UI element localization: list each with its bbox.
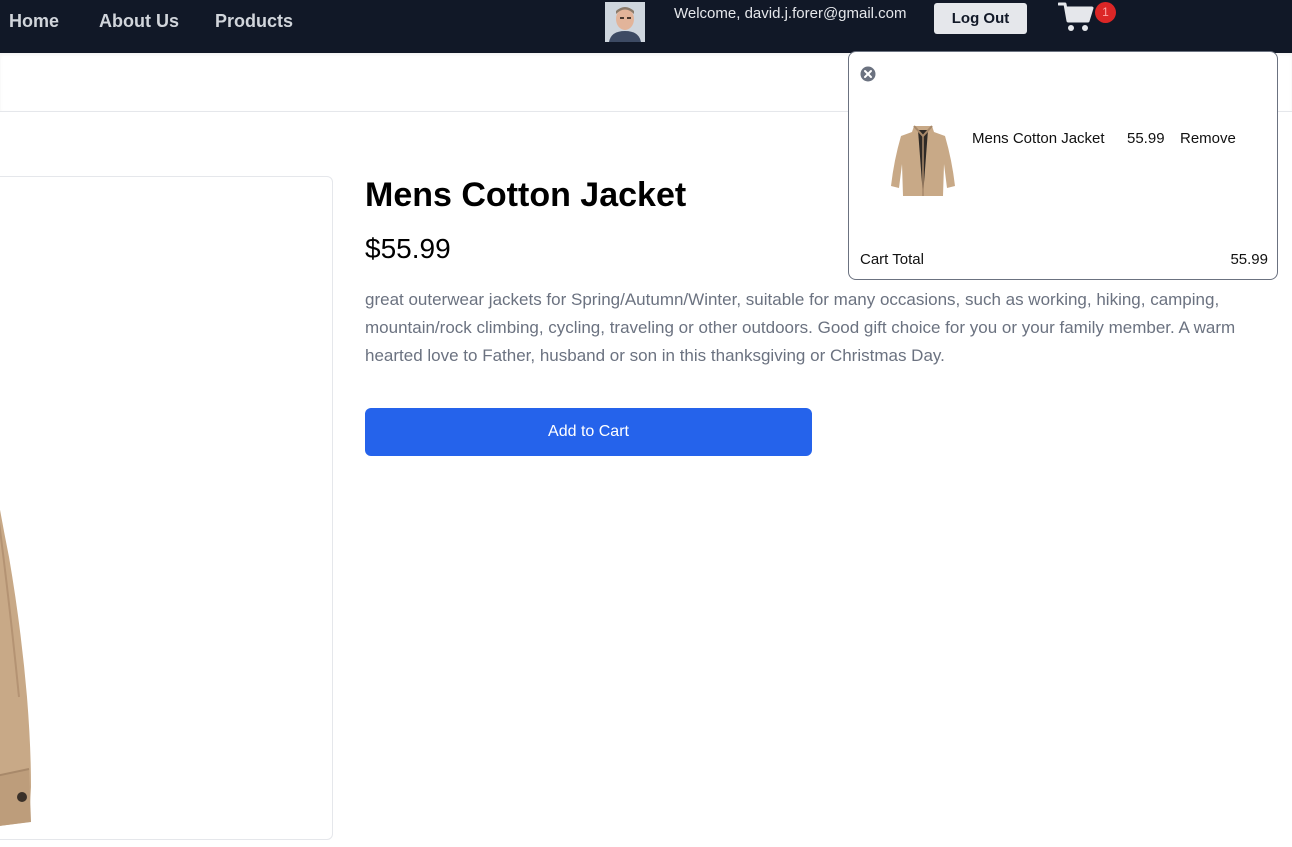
cart-item-remove-button[interactable]: Remove	[1180, 130, 1236, 147]
cart-popover: Mens Cotton Jacket 55.99 Remove Cart Tot…	[848, 51, 1278, 280]
cart-item-name: Mens Cotton Jacket	[972, 130, 1105, 147]
add-to-cart-button[interactable]: Add to Cart	[365, 408, 812, 456]
close-circle-icon[interactable]	[860, 66, 876, 82]
cart-count-badge: 1	[1095, 2, 1116, 23]
cart-total-label: Cart Total	[860, 251, 924, 268]
shopping-cart-icon[interactable]	[1058, 1, 1094, 33]
nav-link-home[interactable]: Home	[9, 11, 59, 32]
logout-button[interactable]: Log Out	[934, 3, 1027, 34]
user-avatar	[605, 2, 645, 42]
product-image-card	[0, 176, 333, 840]
jacket-image	[0, 509, 31, 826]
product-price: $55.99	[365, 233, 451, 264]
product-title: Mens Cotton Jacket	[365, 176, 687, 214]
cart-item-thumbnail	[891, 125, 955, 196]
welcome-message: Welcome, david.j.forer@gmail.com	[674, 5, 907, 22]
nav-link-about-us[interactable]: About Us	[99, 11, 179, 32]
nav-link-products[interactable]: Products	[215, 11, 293, 32]
cart-item-price: 55.99	[1127, 130, 1165, 147]
user-avatar-icon	[605, 2, 645, 42]
product-description: great outerwear jackets for Spring/Autum…	[365, 290, 1236, 365]
top-navbar: Home About Us Products Welcome, david.j.…	[0, 0, 1292, 53]
cart-total-value: 55.99	[1230, 251, 1268, 268]
